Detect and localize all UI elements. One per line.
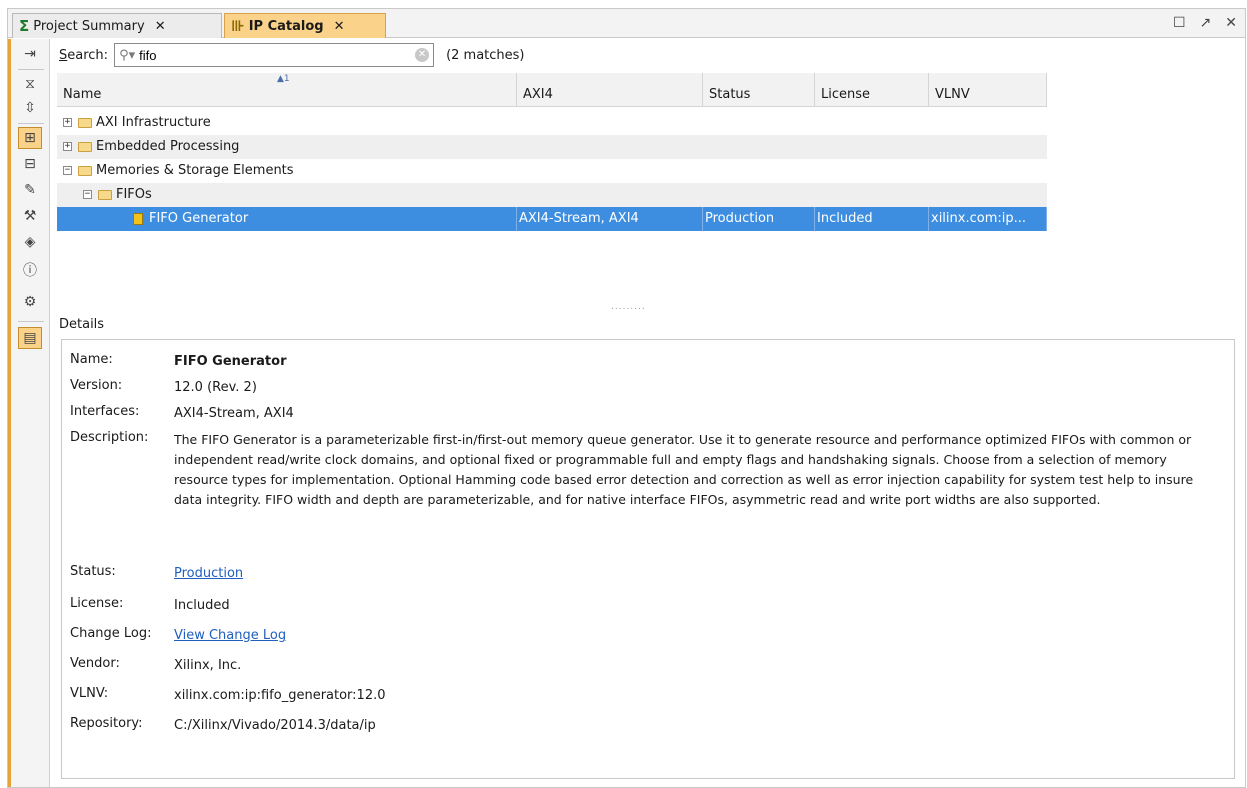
table-row-selected[interactable]: FIFO Generator AXI4-Stream, AXI4 Product… bbox=[57, 207, 1047, 231]
tab-bar: Σ Project Summary ✕ ⊪ IP Catalog ✕ ☐ ↗ ✕ bbox=[8, 9, 1245, 38]
close-icon[interactable]: ✕ bbox=[1225, 15, 1237, 31]
column-header-vlnv[interactable]: VLNV bbox=[929, 73, 1047, 107]
row-license: Included bbox=[815, 207, 929, 231]
table-row[interactable]: + AXI Infrastructure bbox=[57, 111, 1047, 135]
folder-icon bbox=[78, 165, 92, 176]
clear-search-icon[interactable]: ✕ bbox=[415, 48, 430, 62]
tab-project-summary[interactable]: Σ Project Summary ✕ bbox=[12, 13, 222, 38]
row-name: FIFO Generator bbox=[149, 211, 249, 226]
search-icon: ⚲▾ bbox=[119, 47, 136, 63]
table-row[interactable]: + Embedded Processing bbox=[57, 135, 1047, 159]
pane-splitter[interactable]: ......... bbox=[611, 302, 646, 312]
collapse-icon[interactable]: − bbox=[63, 166, 72, 175]
ip-catalog-window: Σ Project Summary ✕ ⊪ IP Catalog ✕ ☐ ↗ ✕… bbox=[7, 8, 1246, 788]
expand-all-icon[interactable]: ⇳ bbox=[18, 97, 42, 119]
gear-icon[interactable]: ⚙ bbox=[18, 291, 42, 313]
row-name: Embedded Processing bbox=[96, 139, 240, 154]
folder-icon bbox=[78, 117, 92, 128]
ip-core-icon bbox=[133, 212, 143, 225]
table-row[interactable]: − FIFOs bbox=[57, 183, 1047, 207]
folder-icon bbox=[78, 141, 92, 152]
status-link[interactable]: Production bbox=[174, 564, 1224, 584]
ip-settings-icon[interactable]: ⚒ bbox=[18, 205, 42, 227]
match-count: (2 matches) bbox=[446, 47, 525, 63]
table-header: Name ▲1 AXI4 Status License VLNV bbox=[57, 73, 1047, 107]
tab-label: IP Catalog bbox=[248, 18, 324, 34]
detail-row-description: Description: The FIFO Generator is a par… bbox=[70, 430, 1194, 507]
search-toggle-icon[interactable]: ⇥ bbox=[18, 43, 42, 65]
ip-info-icon[interactable]: ⓘ bbox=[18, 259, 42, 281]
window-controls: ☐ ↗ ✕ bbox=[1173, 15, 1237, 31]
collapse-all-icon[interactable]: ⧖ bbox=[18, 73, 42, 95]
show-details-icon[interactable]: ▤ bbox=[18, 327, 42, 349]
hierarchy-icon[interactable]: ⊟ bbox=[18, 153, 42, 175]
row-vlnv: xilinx.com:ip... bbox=[929, 207, 1047, 231]
details-title: Details bbox=[59, 317, 105, 332]
ip-table: Name ▲1 AXI4 Status License VLNV + AXI In… bbox=[57, 73, 1245, 301]
expand-icon[interactable]: + bbox=[63, 142, 72, 151]
vertical-toolbar: ⇥ ⧖ ⇳ ⊞ ⊟ ✎ ⚒ ◈ ⓘ ⚙ ▤ bbox=[8, 39, 50, 787]
sort-ascending-icon: ▲1 bbox=[277, 74, 290, 84]
search-field[interactable]: ⚲▾ ✕ bbox=[114, 43, 435, 67]
sigma-icon: Σ bbox=[19, 17, 30, 35]
column-header-axi4[interactable]: AXI4 bbox=[517, 73, 703, 107]
folder-icon bbox=[98, 189, 112, 200]
row-name: AXI Infrastructure bbox=[96, 115, 211, 130]
search-label: Search: bbox=[59, 47, 109, 63]
row-status: Production bbox=[703, 207, 815, 231]
column-header-name[interactable]: Name ▲1 bbox=[57, 73, 517, 107]
column-header-license[interactable]: License bbox=[815, 73, 929, 107]
row-name: Memories & Storage Elements bbox=[96, 163, 294, 178]
collapse-icon[interactable]: − bbox=[83, 190, 92, 199]
close-icon[interactable]: ✕ bbox=[155, 19, 166, 34]
tab-label: Project Summary bbox=[33, 18, 145, 34]
customize-ip-icon[interactable]: ✎ bbox=[18, 179, 42, 201]
maximize-icon[interactable]: ☐ bbox=[1173, 15, 1186, 31]
details-pane: Name: FIFO Generator Version: 12.0 (Rev.… bbox=[61, 339, 1235, 779]
row-axi4: AXI4-Stream, AXI4 bbox=[517, 207, 703, 231]
table-row[interactable]: − Memories & Storage Elements bbox=[57, 159, 1047, 183]
group-by-icon[interactable]: ⊞ bbox=[18, 127, 42, 149]
add-repository-icon[interactable]: ◈ bbox=[18, 231, 42, 253]
ip-catalog-icon: ⊪ bbox=[231, 17, 245, 35]
tab-ip-catalog[interactable]: ⊪ IP Catalog ✕ bbox=[224, 13, 386, 38]
search-input[interactable] bbox=[139, 47, 400, 63]
expand-icon[interactable]: + bbox=[63, 118, 72, 127]
row-name: FIFOs bbox=[116, 187, 152, 202]
main-panel: Search: ⚲▾ ✕ (2 matches) Name ▲1 AXI4 St… bbox=[51, 39, 1245, 787]
float-icon[interactable]: ↗ bbox=[1200, 15, 1212, 31]
search-row: Search: ⚲▾ ✕ (2 matches) bbox=[51, 39, 1245, 71]
column-header-status[interactable]: Status bbox=[703, 73, 815, 107]
view-change-log-link[interactable]: View Change Log bbox=[174, 626, 1224, 646]
close-icon[interactable]: ✕ bbox=[334, 19, 345, 34]
